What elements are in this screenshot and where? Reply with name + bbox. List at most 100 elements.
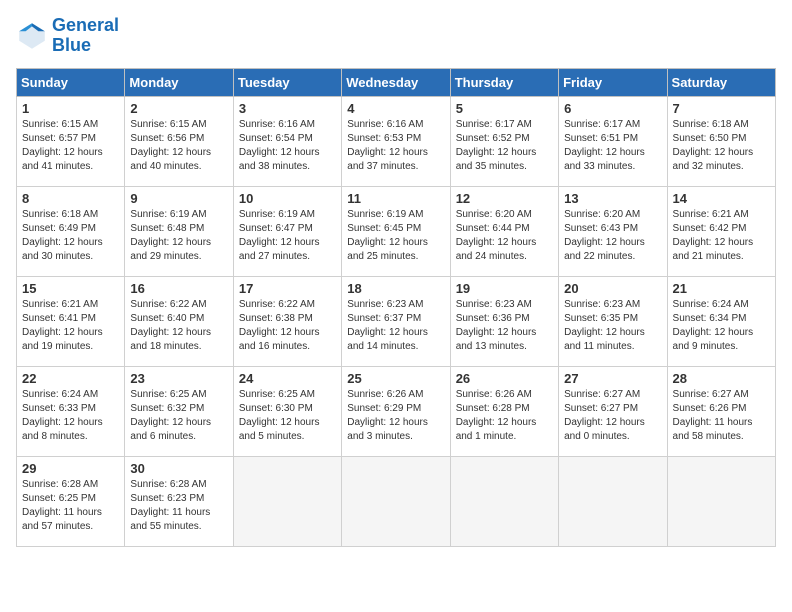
calendar-day-cell: 26 Sunrise: 6:26 AMSunset: 6:28 PMDaylig… [450, 366, 558, 456]
day-info: Sunrise: 6:28 AMSunset: 6:23 PMDaylight:… [130, 478, 227, 534]
day-info: Sunrise: 6:16 AMSunset: 6:53 PMDaylight:… [347, 118, 444, 174]
day-info: Sunrise: 6:18 AMSunset: 6:50 PMDaylight:… [673, 118, 770, 174]
day-number: 28 [673, 371, 770, 386]
calendar-day-cell: 14 Sunrise: 6:21 AMSunset: 6:42 PMDaylig… [667, 186, 775, 276]
day-number: 4 [347, 101, 444, 116]
day-info: Sunrise: 6:25 AMSunset: 6:30 PMDaylight:… [239, 388, 336, 444]
day-info: Sunrise: 6:20 AMSunset: 6:44 PMDaylight:… [456, 208, 553, 264]
calendar-day-cell: 16 Sunrise: 6:22 AMSunset: 6:40 PMDaylig… [125, 276, 233, 366]
calendar-day-cell [342, 456, 450, 546]
day-info: Sunrise: 6:27 AMSunset: 6:26 PMDaylight:… [673, 388, 770, 444]
calendar-day-cell: 25 Sunrise: 6:26 AMSunset: 6:29 PMDaylig… [342, 366, 450, 456]
day-number: 9 [130, 191, 227, 206]
logo-text: General Blue [52, 16, 119, 56]
day-info: Sunrise: 6:19 AMSunset: 6:45 PMDaylight:… [347, 208, 444, 264]
calendar-day-cell: 20 Sunrise: 6:23 AMSunset: 6:35 PMDaylig… [559, 276, 667, 366]
day-number: 20 [564, 281, 661, 296]
day-number: 15 [22, 281, 119, 296]
weekday-header-row: SundayMondayTuesdayWednesdayThursdayFrid… [17, 68, 776, 96]
day-info: Sunrise: 6:21 AMSunset: 6:41 PMDaylight:… [22, 298, 119, 354]
calendar-day-cell [450, 456, 558, 546]
weekday-header: Friday [559, 68, 667, 96]
day-info: Sunrise: 6:24 AMSunset: 6:33 PMDaylight:… [22, 388, 119, 444]
calendar-day-cell: 27 Sunrise: 6:27 AMSunset: 6:27 PMDaylig… [559, 366, 667, 456]
day-info: Sunrise: 6:19 AMSunset: 6:48 PMDaylight:… [130, 208, 227, 264]
day-info: Sunrise: 6:15 AMSunset: 6:57 PMDaylight:… [22, 118, 119, 174]
calendar-week-row: 15 Sunrise: 6:21 AMSunset: 6:41 PMDaylig… [17, 276, 776, 366]
calendar-day-cell: 15 Sunrise: 6:21 AMSunset: 6:41 PMDaylig… [17, 276, 125, 366]
calendar-day-cell: 8 Sunrise: 6:18 AMSunset: 6:49 PMDayligh… [17, 186, 125, 276]
day-info: Sunrise: 6:20 AMSunset: 6:43 PMDaylight:… [564, 208, 661, 264]
day-info: Sunrise: 6:22 AMSunset: 6:38 PMDaylight:… [239, 298, 336, 354]
day-number: 5 [456, 101, 553, 116]
calendar-day-cell: 24 Sunrise: 6:25 AMSunset: 6:30 PMDaylig… [233, 366, 341, 456]
calendar-table: SundayMondayTuesdayWednesdayThursdayFrid… [16, 68, 776, 547]
day-number: 30 [130, 461, 227, 476]
day-info: Sunrise: 6:18 AMSunset: 6:49 PMDaylight:… [22, 208, 119, 264]
day-number: 13 [564, 191, 661, 206]
calendar-day-cell: 13 Sunrise: 6:20 AMSunset: 6:43 PMDaylig… [559, 186, 667, 276]
calendar-day-cell: 28 Sunrise: 6:27 AMSunset: 6:26 PMDaylig… [667, 366, 775, 456]
weekday-header: Tuesday [233, 68, 341, 96]
day-number: 1 [22, 101, 119, 116]
calendar-day-cell: 1 Sunrise: 6:15 AMSunset: 6:57 PMDayligh… [17, 96, 125, 186]
calendar-day-cell: 19 Sunrise: 6:23 AMSunset: 6:36 PMDaylig… [450, 276, 558, 366]
day-number: 18 [347, 281, 444, 296]
calendar-week-row: 1 Sunrise: 6:15 AMSunset: 6:57 PMDayligh… [17, 96, 776, 186]
day-number: 10 [239, 191, 336, 206]
day-number: 29 [22, 461, 119, 476]
day-info: Sunrise: 6:16 AMSunset: 6:54 PMDaylight:… [239, 118, 336, 174]
calendar-day-cell [559, 456, 667, 546]
calendar-day-cell: 22 Sunrise: 6:24 AMSunset: 6:33 PMDaylig… [17, 366, 125, 456]
day-info: Sunrise: 6:15 AMSunset: 6:56 PMDaylight:… [130, 118, 227, 174]
weekday-header: Wednesday [342, 68, 450, 96]
calendar-day-cell: 6 Sunrise: 6:17 AMSunset: 6:51 PMDayligh… [559, 96, 667, 186]
day-number: 16 [130, 281, 227, 296]
weekday-header: Thursday [450, 68, 558, 96]
calendar-day-cell: 5 Sunrise: 6:17 AMSunset: 6:52 PMDayligh… [450, 96, 558, 186]
day-number: 22 [22, 371, 119, 386]
calendar-week-row: 8 Sunrise: 6:18 AMSunset: 6:49 PMDayligh… [17, 186, 776, 276]
calendar-day-cell: 12 Sunrise: 6:20 AMSunset: 6:44 PMDaylig… [450, 186, 558, 276]
calendar-week-row: 29 Sunrise: 6:28 AMSunset: 6:25 PMDaylig… [17, 456, 776, 546]
calendar-day-cell: 2 Sunrise: 6:15 AMSunset: 6:56 PMDayligh… [125, 96, 233, 186]
day-number: 25 [347, 371, 444, 386]
day-number: 11 [347, 191, 444, 206]
calendar-day-cell [233, 456, 341, 546]
day-number: 6 [564, 101, 661, 116]
day-info: Sunrise: 6:26 AMSunset: 6:28 PMDaylight:… [456, 388, 553, 444]
day-info: Sunrise: 6:23 AMSunset: 6:36 PMDaylight:… [456, 298, 553, 354]
calendar-day-cell: 21 Sunrise: 6:24 AMSunset: 6:34 PMDaylig… [667, 276, 775, 366]
day-info: Sunrise: 6:26 AMSunset: 6:29 PMDaylight:… [347, 388, 444, 444]
weekday-header: Saturday [667, 68, 775, 96]
calendar-day-cell: 7 Sunrise: 6:18 AMSunset: 6:50 PMDayligh… [667, 96, 775, 186]
day-number: 8 [22, 191, 119, 206]
day-info: Sunrise: 6:21 AMSunset: 6:42 PMDaylight:… [673, 208, 770, 264]
day-info: Sunrise: 6:23 AMSunset: 6:35 PMDaylight:… [564, 298, 661, 354]
calendar-day-cell: 23 Sunrise: 6:25 AMSunset: 6:32 PMDaylig… [125, 366, 233, 456]
day-number: 12 [456, 191, 553, 206]
day-info: Sunrise: 6:24 AMSunset: 6:34 PMDaylight:… [673, 298, 770, 354]
weekday-header: Sunday [17, 68, 125, 96]
day-number: 21 [673, 281, 770, 296]
calendar-day-cell: 9 Sunrise: 6:19 AMSunset: 6:48 PMDayligh… [125, 186, 233, 276]
day-info: Sunrise: 6:19 AMSunset: 6:47 PMDaylight:… [239, 208, 336, 264]
logo: General Blue [16, 16, 119, 56]
calendar-day-cell [667, 456, 775, 546]
day-info: Sunrise: 6:27 AMSunset: 6:27 PMDaylight:… [564, 388, 661, 444]
day-number: 19 [456, 281, 553, 296]
day-number: 27 [564, 371, 661, 386]
day-number: 17 [239, 281, 336, 296]
day-info: Sunrise: 6:17 AMSunset: 6:51 PMDaylight:… [564, 118, 661, 174]
calendar-day-cell: 29 Sunrise: 6:28 AMSunset: 6:25 PMDaylig… [17, 456, 125, 546]
day-number: 7 [673, 101, 770, 116]
calendar-day-cell: 11 Sunrise: 6:19 AMSunset: 6:45 PMDaylig… [342, 186, 450, 276]
day-info: Sunrise: 6:17 AMSunset: 6:52 PMDaylight:… [456, 118, 553, 174]
day-number: 23 [130, 371, 227, 386]
calendar-week-row: 22 Sunrise: 6:24 AMSunset: 6:33 PMDaylig… [17, 366, 776, 456]
calendar-day-cell: 4 Sunrise: 6:16 AMSunset: 6:53 PMDayligh… [342, 96, 450, 186]
calendar-day-cell: 17 Sunrise: 6:22 AMSunset: 6:38 PMDaylig… [233, 276, 341, 366]
day-info: Sunrise: 6:25 AMSunset: 6:32 PMDaylight:… [130, 388, 227, 444]
day-number: 3 [239, 101, 336, 116]
calendar-day-cell: 3 Sunrise: 6:16 AMSunset: 6:54 PMDayligh… [233, 96, 341, 186]
